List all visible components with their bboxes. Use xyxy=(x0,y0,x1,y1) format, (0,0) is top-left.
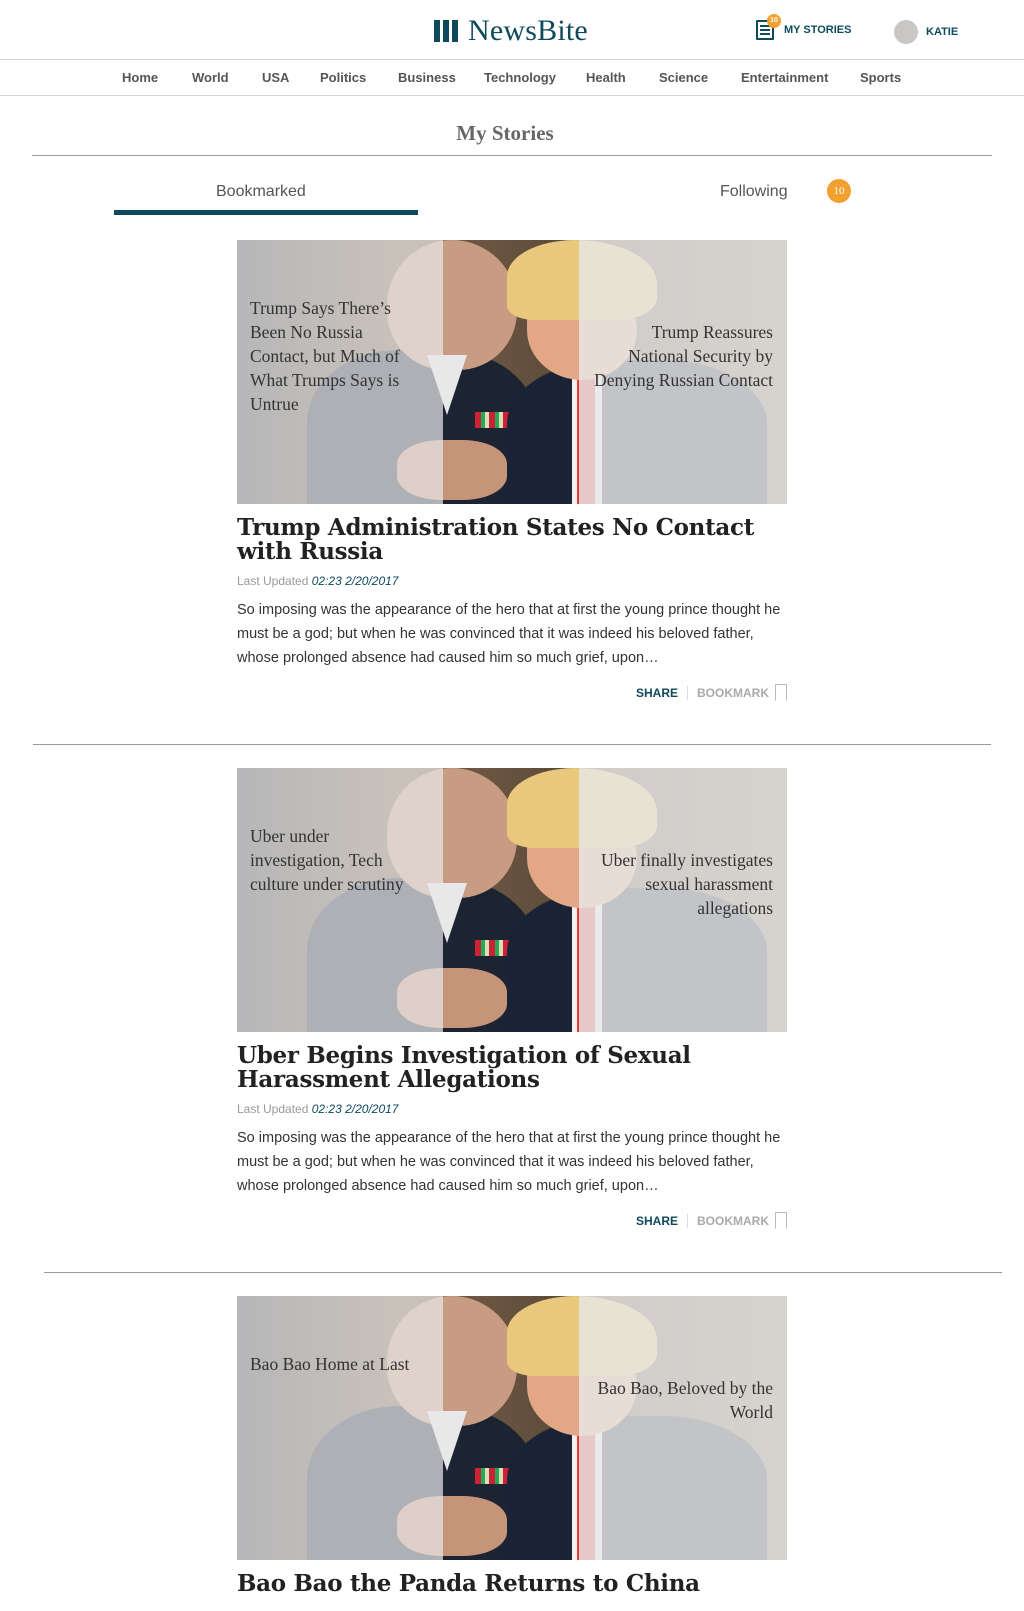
updated-timestamp: 02:23 2/20/2017 xyxy=(311,574,399,588)
left-take-text: Bao Bao Home at Last xyxy=(250,1354,410,1374)
story-card: Trump Says There’s Been No Russia Contac… xyxy=(237,240,787,701)
story-title[interactable]: Trump Administration States No Contact w… xyxy=(237,516,787,564)
bookmark-button[interactable]: BOOKMARK xyxy=(688,684,787,701)
updated-timestamp: 02:23 2/20/2017 xyxy=(311,1102,399,1116)
share-button[interactable]: SHARE xyxy=(636,1213,688,1228)
logo-bars-icon xyxy=(434,20,458,42)
bookmark-icon xyxy=(775,684,787,701)
bookmark-button[interactable]: BOOKMARK xyxy=(688,1212,787,1229)
story-excerpt: So imposing was the appearance of the he… xyxy=(237,1130,781,1194)
right-take-panel: Uber finally investigates sexual harassm… xyxy=(579,768,787,1032)
nav-item-science[interactable]: Science xyxy=(659,70,708,85)
story-title[interactable]: Uber Begins Investigation of Sexual Hara… xyxy=(237,1044,787,1092)
nav-item-sports[interactable]: Sports xyxy=(860,70,901,85)
nav-item-world[interactable]: World xyxy=(192,70,229,85)
story-card: Bao Bao Home at Last Bao Bao, Beloved by… xyxy=(237,1296,787,1596)
tab-following[interactable]: Following xyxy=(720,183,788,201)
bookmark-icon xyxy=(775,1212,787,1229)
following-count-badge: 10 xyxy=(827,179,851,203)
title-divider xyxy=(32,155,992,156)
page-title: My Stories xyxy=(456,121,554,145)
story-hero-image[interactable]: Trump Says There’s Been No Russia Contac… xyxy=(237,240,787,504)
left-take-panel: Bao Bao Home at Last xyxy=(237,1296,443,1560)
story-actions: SHARE BOOKMARK xyxy=(636,684,787,701)
nav-item-technology[interactable]: Technology xyxy=(484,70,556,85)
share-button[interactable]: SHARE xyxy=(636,685,688,700)
section-nav: Home World USA Politics Business Technol… xyxy=(0,60,1024,96)
left-take-panel: Uber under investigation, Tech culture u… xyxy=(237,768,443,1032)
right-take-panel: Bao Bao, Beloved by the World xyxy=(579,1296,787,1560)
my-stories-badge: 10 xyxy=(767,14,781,28)
nav-item-home[interactable]: Home xyxy=(122,70,158,85)
user-name: KATIE xyxy=(926,26,959,38)
left-take-text: Trump Says There’s Been No Russia Contac… xyxy=(250,298,400,414)
story-excerpt: So imposing was the appearance of the he… xyxy=(237,602,781,666)
right-take-text: Bao Bao, Beloved by the World xyxy=(597,1378,773,1422)
story-title[interactable]: Bao Bao the Panda Returns to China xyxy=(237,1572,787,1596)
bookmark-label: BOOKMARK xyxy=(697,1213,769,1228)
avatar xyxy=(894,20,918,44)
logo-text: NewsBite xyxy=(468,14,588,47)
story-card: Uber under investigation, Tech culture u… xyxy=(237,768,787,1229)
bookmark-label: BOOKMARK xyxy=(697,685,769,700)
site-logo[interactable]: NewsBite xyxy=(434,14,588,48)
story-meta: Last Updated 02:23 2/20/2017 xyxy=(237,1102,787,1116)
left-take-panel: Trump Says There’s Been No Russia Contac… xyxy=(237,240,443,504)
right-take-panel: Trump Reassures National Security by Den… xyxy=(579,240,787,504)
my-stories-link[interactable]: 10 MY STORIES xyxy=(756,14,852,40)
nav-item-entertainment[interactable]: Entertainment xyxy=(741,70,828,85)
story-hero-image[interactable]: Bao Bao Home at Last Bao Bao, Beloved by… xyxy=(237,1296,787,1560)
user-menu[interactable]: KATIE xyxy=(894,20,958,44)
story-meta: Last Updated 02:23 2/20/2017 xyxy=(237,574,787,588)
left-take-text: Uber under investigation, Tech culture u… xyxy=(250,826,404,894)
site-header: NewsBite 10 MY STORIES KATIE xyxy=(0,0,1024,60)
story-hero-image[interactable]: Uber under investigation, Tech culture u… xyxy=(237,768,787,1032)
story-divider xyxy=(44,1272,1002,1273)
my-stories-label: MY STORIES xyxy=(784,24,852,36)
nav-item-politics[interactable]: Politics xyxy=(320,70,366,85)
tab-bookmarked[interactable]: Bookmarked xyxy=(216,183,306,201)
tab-active-indicator xyxy=(114,210,418,215)
right-take-text: Trump Reassures National Security by Den… xyxy=(594,322,773,390)
story-divider xyxy=(33,744,991,745)
nav-item-usa[interactable]: USA xyxy=(262,70,289,85)
updated-label: Last Updated xyxy=(237,574,309,588)
nav-item-health[interactable]: Health xyxy=(586,70,626,85)
updated-label: Last Updated xyxy=(237,1102,309,1116)
story-actions: SHARE BOOKMARK xyxy=(636,1212,787,1229)
newspaper-icon: 10 xyxy=(756,14,781,40)
nav-item-business[interactable]: Business xyxy=(398,70,456,85)
right-take-text: Uber finally investigates sexual harassm… xyxy=(600,850,773,918)
